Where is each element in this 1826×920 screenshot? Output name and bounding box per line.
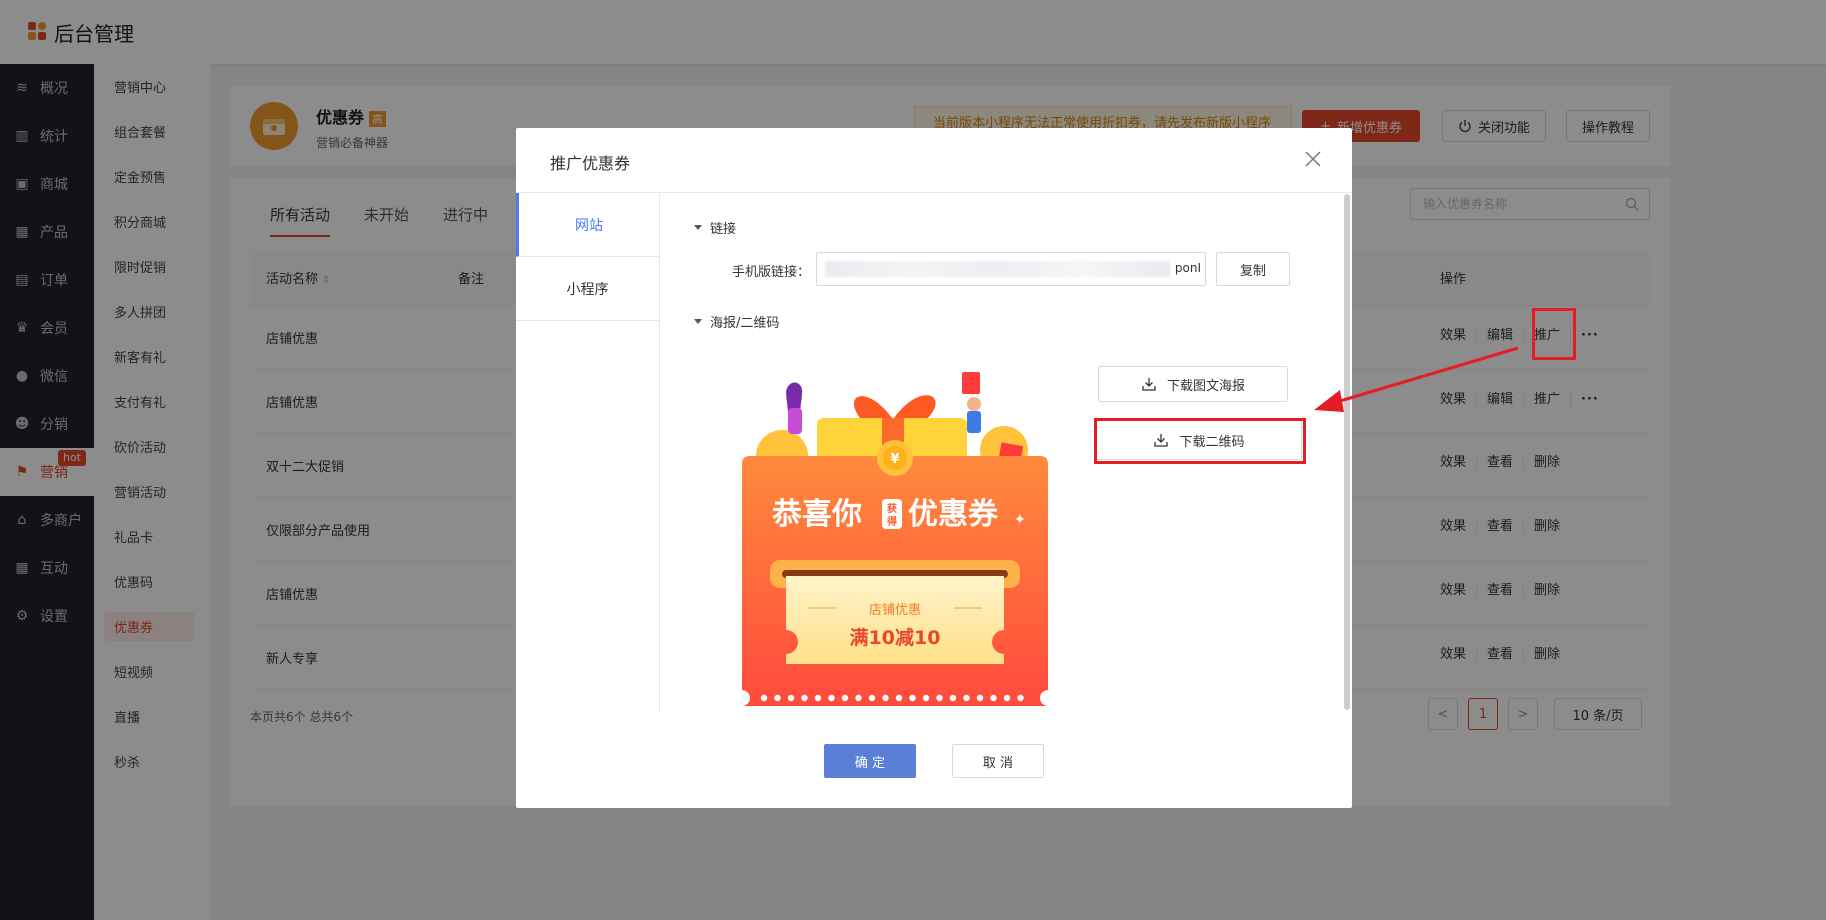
modal-tabs: 网站 小程序 xyxy=(516,193,660,713)
perforation-dot xyxy=(774,694,781,702)
perforation-dot xyxy=(828,694,835,702)
copy-button[interactable]: 复制 xyxy=(1216,252,1290,286)
perforation-dot xyxy=(1003,694,1011,702)
mobile-link-field[interactable]: ponI xyxy=(816,252,1206,286)
link-section-header[interactable]: 链接 xyxy=(694,218,736,237)
perforation-dot xyxy=(882,694,889,702)
modal-title: 推广优惠券 xyxy=(550,154,631,173)
perforation-dot xyxy=(855,694,862,702)
close-icon[interactable] xyxy=(1304,150,1322,168)
perforation-dot xyxy=(949,694,957,702)
perforation-dot xyxy=(963,694,970,702)
svg-text:¥: ¥ xyxy=(890,452,899,467)
poster-headline-b: 优惠券 xyxy=(908,497,999,532)
caret-down-icon xyxy=(694,225,702,230)
perforation-dot xyxy=(841,694,849,702)
perforation-dot xyxy=(814,694,822,702)
coupon-poster-preview: ¥ 恭喜你 获 得 优惠券 ✦ 店铺优惠 满10减10 xyxy=(742,364,1048,706)
tab-website[interactable]: 网站 xyxy=(516,193,659,257)
poster-coupon-rule: 满10减10 xyxy=(850,626,941,649)
poster-illustration: ¥ 恭喜你 获 得 优惠券 ✦ 店铺优惠 满10减10 xyxy=(742,372,1048,706)
perforation-dot xyxy=(922,694,930,702)
svg-text:✦: ✦ xyxy=(1014,512,1026,528)
promote-coupon-modal: 推广优惠券 网站 小程序 链接 手机版链接： ponI 复制 海报/二维码 ¥ … xyxy=(516,128,1352,808)
modal-scrollbar[interactable] xyxy=(1344,194,1350,710)
perforation-dot xyxy=(787,694,795,702)
perforation-dot xyxy=(1017,694,1024,702)
perforation-dot xyxy=(990,694,997,702)
svg-text:获: 获 xyxy=(886,502,897,515)
link-tail-text: ponI xyxy=(1174,261,1201,275)
poster-coupon-name: 店铺优惠 xyxy=(869,603,921,618)
perforation-dot xyxy=(895,694,903,702)
download-icon xyxy=(1142,378,1156,391)
confirm-button[interactable]: 确 定 xyxy=(824,744,916,778)
svg-text:得: 得 xyxy=(886,515,897,528)
perforation-dot xyxy=(801,694,808,702)
perforation-dot xyxy=(909,694,916,702)
mobile-link-label: 手机版链接： xyxy=(732,265,811,280)
cancel-button[interactable]: 取 消 xyxy=(952,744,1044,778)
caret-down-icon xyxy=(694,319,702,324)
highlight-box-download-qr xyxy=(1094,418,1306,464)
poster-section-header[interactable]: 海报/二维码 xyxy=(694,312,779,331)
perforation-dot xyxy=(868,694,876,702)
download-poster-button[interactable]: 下载图文海报 xyxy=(1098,366,1288,402)
link-blurred-text xyxy=(825,261,1170,277)
perforation-dot xyxy=(936,694,943,702)
poster-headline-a: 恭喜你 xyxy=(771,497,862,532)
annotation-arrow-icon xyxy=(1314,346,1519,412)
tab-mini-program[interactable]: 小程序 xyxy=(516,257,659,321)
perforation-dot xyxy=(760,694,768,702)
perforation-dot xyxy=(976,694,984,702)
